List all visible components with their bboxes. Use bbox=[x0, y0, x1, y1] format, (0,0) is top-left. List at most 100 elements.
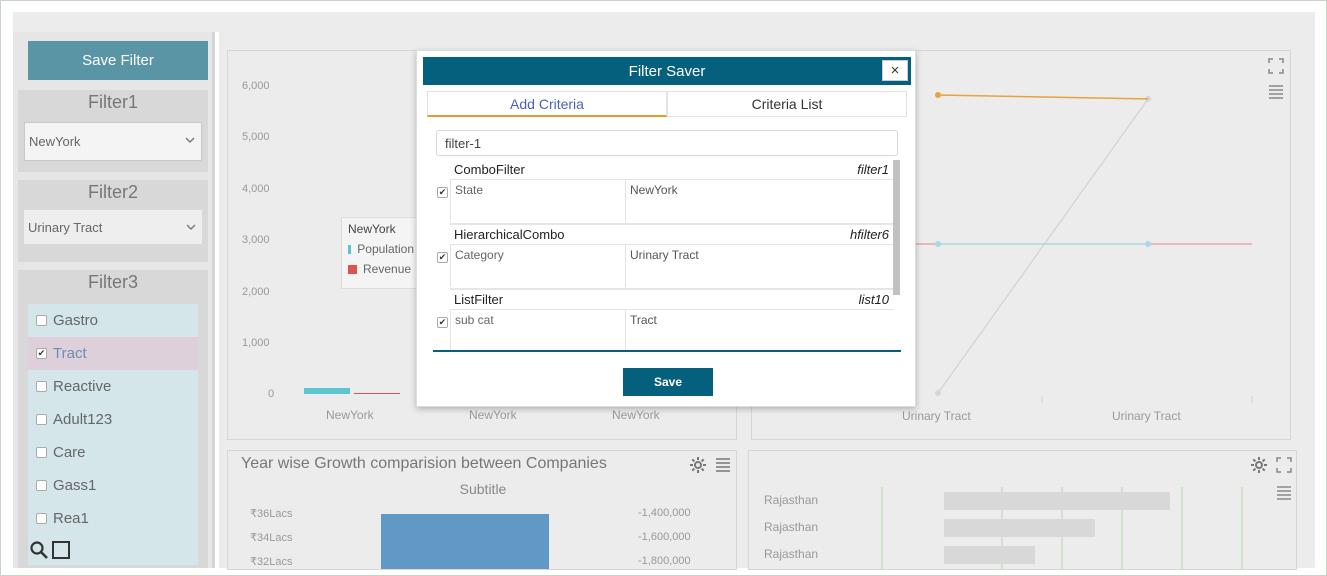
y-tick-right: -1,600,000 bbox=[638, 531, 691, 543]
save-button[interactable]: Save bbox=[623, 368, 713, 396]
point-orange bbox=[935, 92, 941, 98]
sidebar: Save Filter Filter1 NewYork Filter2 Urin… bbox=[13, 32, 215, 568]
expand-icon[interactable] bbox=[1275, 456, 1293, 474]
x-tick: NewYork bbox=[612, 408, 660, 422]
dialog-header: Filter Saver × bbox=[423, 57, 911, 85]
list-item-label: Reactive bbox=[53, 378, 112, 395]
filter-tools bbox=[29, 540, 71, 560]
menu-icon[interactable] bbox=[1267, 83, 1285, 101]
close-button[interactable]: × bbox=[882, 60, 908, 81]
list-item-label: Gass1 bbox=[53, 477, 97, 494]
y-tick: 2,000 bbox=[242, 286, 270, 298]
hbar bbox=[944, 519, 1095, 537]
filter-saver-dialog: Filter Saver × Add Criteria Criteria Lis… bbox=[416, 50, 916, 407]
criteria-header: ComboFilter filter1 bbox=[450, 160, 893, 180]
list-item[interactable]: Care bbox=[28, 436, 198, 469]
criteria-row: ✔ HierarchicalCombo hfilter6 Category Uri… bbox=[433, 225, 893, 290]
tab-criteria-list[interactable]: Criteria List bbox=[667, 91, 907, 117]
y-tick: 4,000 bbox=[242, 183, 270, 195]
filter2-selected-value: Urinary Tract bbox=[28, 219, 103, 235]
chart-panel-growth: Year wise Growth comparision between Com… bbox=[227, 450, 737, 570]
chart-tooltip: NewYork Population Revenue bbox=[341, 217, 421, 289]
filter1-selected-value: NewYork bbox=[29, 134, 81, 149]
point-blue bbox=[935, 241, 941, 247]
criteria-checkbox[interactable]: ✔ bbox=[437, 187, 448, 198]
criteria-row: ✔ ComboFilter filter1 State NewYork bbox=[433, 160, 893, 225]
checkbox[interactable] bbox=[36, 513, 47, 524]
point-blue bbox=[1145, 241, 1151, 247]
panel-title: Year wise Growth comparision between Com… bbox=[241, 455, 607, 472]
criteria-header: HierarchicalCombo hfilter6 bbox=[450, 225, 893, 245]
gear-icon[interactable] bbox=[1250, 456, 1268, 474]
criteria-checkbox[interactable]: ✔ bbox=[437, 317, 448, 328]
y-tick: 0 bbox=[268, 388, 275, 400]
list-item[interactable]: ✔ Tract bbox=[28, 337, 198, 370]
list-item[interactable]: Reactive bbox=[28, 370, 198, 403]
criteria-table: ✔ ComboFilter filter1 State NewYork ✔ Hie… bbox=[433, 160, 901, 352]
tab-add-criteria[interactable]: Add Criteria bbox=[427, 91, 667, 117]
list-item[interactable]: Gastro bbox=[28, 304, 198, 337]
criteria-row: ✔ ListFilter list10 sub cat Tract bbox=[433, 290, 893, 350]
criteria-field: Category bbox=[450, 245, 626, 287]
criteria-value: Tract bbox=[630, 313, 657, 327]
list-item[interactable]: Adult123 bbox=[28, 403, 198, 436]
dialog-title: Filter Saver bbox=[628, 62, 706, 80]
top-bar bbox=[13, 12, 1315, 32]
dialog-tabs: Add Criteria Criteria List bbox=[427, 91, 907, 117]
scrollbar[interactable] bbox=[893, 160, 900, 295]
hbar bbox=[944, 492, 1170, 510]
bar[interactable] bbox=[381, 514, 549, 569]
list-item-label: Care bbox=[53, 444, 86, 461]
criteria-id: list10 bbox=[858, 292, 889, 307]
list-item-label: Rea1 bbox=[53, 510, 89, 527]
hbar-svg bbox=[881, 487, 1243, 569]
x-tick: Urinary Tract bbox=[1112, 409, 1181, 423]
chevron-down-icon bbox=[185, 137, 195, 143]
list-item[interactable]: Gass1 bbox=[28, 469, 198, 502]
save-filter-button[interactable]: Save Filter bbox=[28, 41, 208, 80]
tooltip-title: NewYork bbox=[348, 222, 396, 236]
filter1-title: Filter1 bbox=[87, 92, 138, 112]
list-item[interactable]: Rea1 bbox=[28, 502, 198, 535]
bar-revenue[interactable] bbox=[354, 393, 400, 394]
filter3-box: Filter3 Gastro ✔ Tract Reactive Adult123 … bbox=[18, 270, 208, 568]
filter-name-input[interactable] bbox=[436, 130, 898, 156]
expand-icon[interactable] bbox=[1267, 57, 1285, 75]
checkbox[interactable] bbox=[36, 447, 47, 458]
bar-population[interactable] bbox=[304, 388, 350, 394]
hbar bbox=[944, 546, 1035, 564]
y-tick: 5,000 bbox=[242, 131, 270, 143]
y-tick: 1,000 bbox=[242, 337, 270, 349]
checkbox[interactable] bbox=[36, 414, 47, 425]
checkbox[interactable] bbox=[36, 480, 47, 491]
panel-subtitle: Subtitle bbox=[459, 481, 507, 497]
y-tick: 3,000 bbox=[242, 234, 270, 246]
y-tick: 6,000 bbox=[242, 80, 270, 92]
filter2-select[interactable]: Urinary Tract bbox=[24, 210, 202, 244]
y-tick-right: -1,800,000 bbox=[638, 555, 691, 567]
criteria-id: filter1 bbox=[857, 162, 889, 177]
filter1-select[interactable]: NewYork bbox=[24, 122, 202, 161]
filter2-box: Filter2 Urinary Tract bbox=[18, 180, 208, 262]
gear-icon[interactable] bbox=[689, 456, 707, 474]
y-tick-right: -1,400,000 bbox=[638, 507, 691, 519]
criteria-field: sub cat bbox=[450, 310, 626, 350]
y-tick-left: ₹34Lacs bbox=[250, 532, 293, 544]
x-tick: Urinary Tract bbox=[902, 409, 971, 423]
search-icon[interactable] bbox=[29, 540, 49, 560]
point-gray bbox=[935, 390, 941, 396]
list-item-label: Tract bbox=[53, 345, 87, 362]
list-item-label: Gastro bbox=[53, 312, 99, 329]
select-box-icon[interactable] bbox=[51, 540, 71, 560]
checkbox[interactable] bbox=[36, 315, 47, 326]
filter3-title: Filter3 bbox=[87, 272, 138, 292]
criteria-checkbox[interactable]: ✔ bbox=[437, 252, 448, 263]
criteria-value: Urinary Tract bbox=[630, 248, 699, 262]
menu-icon[interactable] bbox=[1275, 484, 1293, 502]
checkbox[interactable] bbox=[36, 381, 47, 392]
criteria-type: HierarchicalCombo bbox=[454, 227, 565, 242]
checkbox-checked[interactable]: ✔ bbox=[36, 348, 47, 359]
x-tick: NewYork bbox=[469, 408, 517, 422]
criteria-id: hfilter6 bbox=[849, 227, 889, 242]
menu-icon[interactable] bbox=[714, 456, 732, 474]
